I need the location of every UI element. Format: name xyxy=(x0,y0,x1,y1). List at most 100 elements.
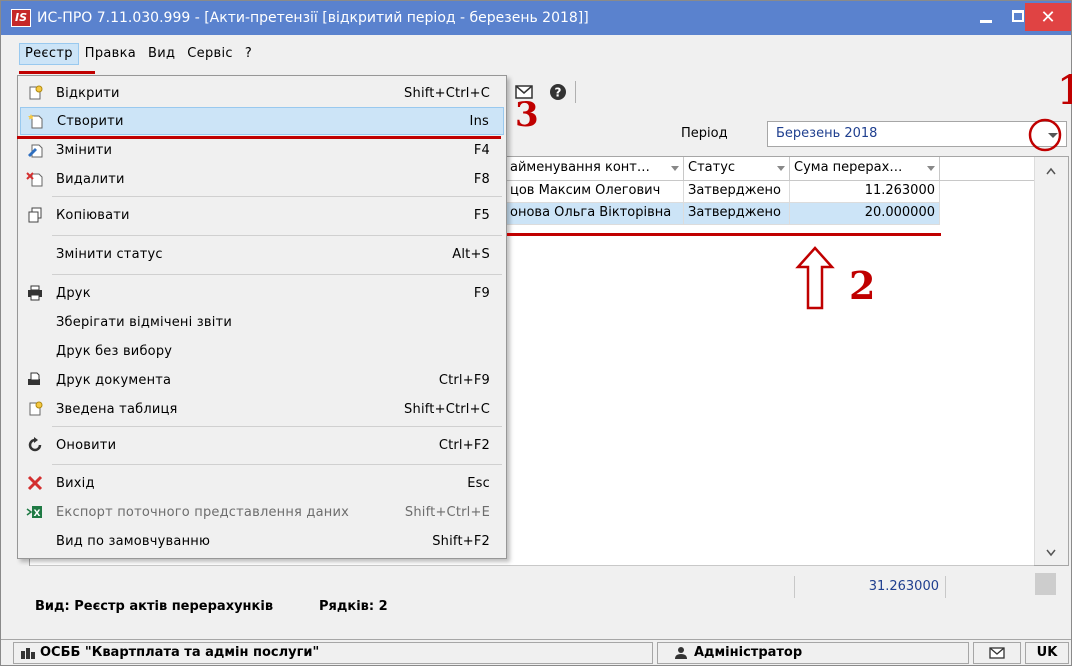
rows-count: Рядків: 2 xyxy=(319,599,388,614)
close-icon: ✕ xyxy=(1040,6,1056,28)
menu-separator xyxy=(52,235,502,236)
filter-icon[interactable] xyxy=(777,166,785,171)
print-doc-icon xyxy=(22,369,48,391)
menu-item-shortcut: Esc xyxy=(467,475,490,491)
menu-item-label: Змінити xyxy=(56,142,113,158)
annotation-number-2: 2 xyxy=(849,263,876,308)
maximize-icon xyxy=(1012,10,1024,22)
menu-item-shortcut: Ctrl+F2 xyxy=(438,437,490,453)
menu-service[interactable]: Сервіс xyxy=(181,43,239,65)
user-icon xyxy=(675,647,687,659)
menu-bar: Реєстр Правка Вид Сервіс ? xyxy=(1,35,1071,73)
minimize-button[interactable] xyxy=(971,1,1001,31)
menu-item-change-status[interactable]: Змінити статус Alt+S xyxy=(20,240,504,268)
menu-item-export[interactable]: X Експорт поточного представлення даних … xyxy=(20,498,504,526)
filter-icon[interactable] xyxy=(671,166,679,171)
app-logo-icon: IS xyxy=(11,9,31,27)
menu-view[interactable]: Вид xyxy=(142,43,181,65)
sum-total: 31.263000 xyxy=(794,576,946,598)
cell-sum: 20.000000 xyxy=(790,203,940,225)
menu-item-label: Копіювати xyxy=(56,207,130,223)
annotation-number-3: 3 xyxy=(515,95,539,135)
blank-icon xyxy=(22,311,48,333)
scroll-up-icon[interactable] xyxy=(1046,165,1056,175)
menu-item-label: Створити xyxy=(57,113,124,129)
menu-item-exit[interactable]: Вихід Esc xyxy=(20,469,504,497)
menu-item-label: Експорт поточного представлення даних xyxy=(56,504,349,520)
period-select[interactable]: Березень 2018 xyxy=(767,121,1067,147)
menu-item-open[interactable]: Відкрити Shift+Ctrl+C xyxy=(20,79,504,107)
menu-edit[interactable]: Правка xyxy=(79,43,142,65)
toolbar: ? xyxy=(501,77,1069,107)
menu-item-label: Друк документа xyxy=(56,372,172,388)
title-bar[interactable]: IS ИС-ПРО 7.11.030.999 - [Акти-претензії… xyxy=(1,1,1071,35)
period-value: Березень 2018 xyxy=(776,126,878,141)
menu-item-shortcut: F4 xyxy=(473,142,490,158)
building-icon xyxy=(21,648,35,659)
column-header-name-label: айменування конт… xyxy=(510,160,650,175)
column-header-sum[interactable]: Сума перерах… xyxy=(790,157,940,181)
minimize-icon xyxy=(980,19,992,23)
window-title: ИС-ПРО 7.11.030.999 - [Акти-претензії [в… xyxy=(37,10,589,26)
user-name: Адміністратор xyxy=(694,645,803,660)
menu-item-label: Відкрити xyxy=(56,85,120,101)
filter-icon[interactable] xyxy=(927,166,935,171)
menu-item-shortcut: Shift+Ctrl+C xyxy=(404,401,490,417)
menu-registry[interactable]: Реєстр xyxy=(19,43,79,65)
column-header-status[interactable]: Статус xyxy=(684,157,790,181)
scroll-down-icon[interactable] xyxy=(1046,547,1056,557)
menu-item-delete[interactable]: Видалити F8 xyxy=(20,165,504,193)
annotation-arrow-up-icon xyxy=(795,246,835,310)
menu-item-create[interactable]: Створити Ins xyxy=(20,107,504,135)
menu-separator xyxy=(52,426,502,427)
menu-item-shortcut: Ins xyxy=(469,113,489,129)
menu-item-shortcut: Shift+F2 xyxy=(432,533,490,549)
column-header-sum-label: Сума перерах… xyxy=(794,160,903,175)
cell-status: Затверджено xyxy=(684,181,790,203)
menu-item-refresh[interactable]: Оновити Ctrl+F2 xyxy=(20,431,504,459)
delete-doc-icon xyxy=(22,168,48,190)
scroll-thumb[interactable] xyxy=(1035,573,1056,595)
status-organization: ОСББ "Квартплата та адмін послуги" xyxy=(13,642,653,664)
menu-item-copy[interactable]: Копіювати F5 xyxy=(20,201,504,229)
menu-item-shortcut: Shift+Ctrl+E xyxy=(404,504,490,520)
blank-icon xyxy=(22,530,48,552)
registry-dropdown-menu: Відкрити Shift+Ctrl+C Створити Ins Зміни… xyxy=(17,75,507,559)
menu-item-label: Вихід xyxy=(56,475,95,491)
exit-icon xyxy=(22,472,48,494)
toolbar-separator xyxy=(575,81,576,103)
menu-item-edit[interactable]: Змінити F4 xyxy=(20,136,504,164)
printer-icon xyxy=(22,282,48,304)
menu-item-label: Вид по замовчуванню xyxy=(56,533,211,549)
annotation-underline-row xyxy=(507,233,941,236)
close-button[interactable]: ✕ xyxy=(1025,3,1071,31)
cell-status: Затверджено xyxy=(684,203,790,225)
status-mail[interactable] xyxy=(973,642,1021,664)
menu-item-save-reports[interactable]: Зберігати відмічені звіти xyxy=(20,308,504,336)
svg-text:X: X xyxy=(34,509,41,519)
refresh-icon xyxy=(22,434,48,456)
menu-item-print[interactable]: Друк F9 xyxy=(20,279,504,307)
annotation-underline-create xyxy=(17,136,501,139)
status-language[interactable]: UK xyxy=(1025,642,1069,664)
vertical-scrollbar[interactable] xyxy=(1034,157,1068,565)
menu-separator xyxy=(52,274,502,275)
help-icon: ? xyxy=(550,84,566,100)
menu-item-shortcut: F8 xyxy=(473,171,490,187)
menu-item-shortcut: F9 xyxy=(473,285,490,301)
menu-item-label: Видалити xyxy=(56,171,125,187)
help-toolbar-button[interactable]: ? xyxy=(547,81,569,103)
app-window: IS ИС-ПРО 7.11.030.999 - [Акти-претензії… xyxy=(0,0,1072,666)
menu-help[interactable]: ? xyxy=(239,43,258,65)
copy-icon xyxy=(22,204,48,226)
menu-item-print-no-select[interactable]: Друк без вибору xyxy=(20,337,504,365)
status-bar: ОСББ "Квартплата та адмін послуги" Адмін… xyxy=(1,639,1071,665)
menu-item-default-view[interactable]: Вид по замовчуванню Shift+F2 xyxy=(20,527,504,555)
period-label: Період xyxy=(681,126,728,141)
mail-icon xyxy=(989,647,1005,659)
menu-item-pivot-table[interactable]: Зведена таблиця Shift+Ctrl+C xyxy=(20,395,504,423)
organization-name: ОСББ "Квартплата та адмін послуги" xyxy=(40,645,320,660)
menu-item-print-document[interactable]: Друк документа Ctrl+F9 xyxy=(20,366,504,394)
menu-item-shortcut: F5 xyxy=(473,207,490,223)
edit-doc-icon xyxy=(22,139,48,161)
